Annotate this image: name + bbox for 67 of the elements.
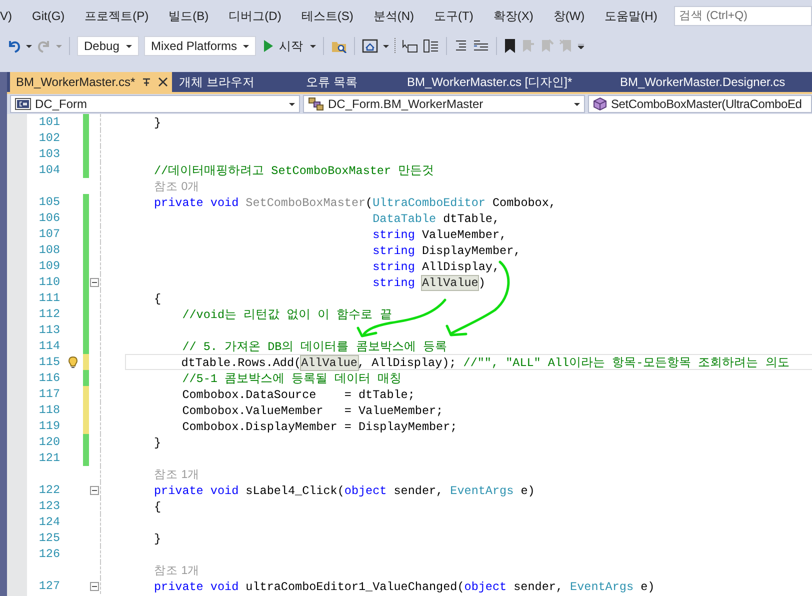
csharp-file-icon	[15, 98, 31, 110]
collapse-icon[interactable]	[90, 582, 99, 590]
folder-search-icon[interactable]	[331, 39, 347, 53]
dropdown[interactable]: Mixed Platforms	[144, 36, 256, 56]
pointer-list-icon[interactable]	[402, 39, 418, 53]
code-line: }	[154, 116, 162, 130]
caret-icon	[289, 102, 295, 106]
caret-icon[interactable]	[126, 44, 132, 48]
caret-icon[interactable]	[310, 44, 316, 48]
bookmark-icon[interactable]	[504, 39, 516, 53]
caret-icon[interactable]	[383, 44, 389, 48]
menu-item[interactable]: Git(G)	[21, 9, 74, 23]
navigation-dropdown[interactable]: DC_Form	[10, 95, 300, 113]
code-line: }	[154, 532, 162, 546]
menu-item[interactable]: 도움말(H)	[594, 8, 666, 24]
menu-item[interactable]: 창(W)	[542, 8, 594, 24]
close-icon[interactable]	[158, 77, 168, 87]
menu-item[interactable]: 도구(T)	[423, 8, 482, 24]
code-line: //5-1 콤보박스에 등록될 데이터 매칭	[181, 372, 402, 386]
code-line: // 5. 가져온 DB의 데이터를 콤보박스에 등록	[181, 340, 447, 354]
grip-icon	[394, 38, 397, 54]
navigation-dropdown[interactable]: SetComboBoxMaster(UltraComboEd	[588, 95, 812, 113]
document-tab[interactable]: BM_WorkerMaster.cs*	[10, 72, 172, 92]
caret-icon[interactable]	[26, 44, 32, 48]
code-line: //void는 리턴값 없이 이 함수로 끝	[181, 308, 392, 322]
pin-icon[interactable]	[142, 77, 152, 87]
caret-icon	[574, 102, 580, 106]
code-line: Combobox.DisplayMember = DisplayMember;	[181, 420, 458, 434]
menu-item[interactable]: 빌드(B)	[158, 8, 218, 24]
list-icon[interactable]	[423, 39, 439, 53]
code-line: private void SetComboBoxMaster(UltraComboEditor Combobox,	[154, 196, 556, 210]
code-line: private void sLabel4_Click(object sender, EventArgs e)	[154, 484, 535, 498]
search-field[interactable]: 검색 (Ctrl+Q)	[674, 6, 812, 26]
comment-lines-icon[interactable]	[473, 40, 489, 52]
code-line: string ValueMember,	[372, 228, 507, 242]
code-line: string AllValue)	[372, 276, 486, 290]
menu-item[interactable]: 테스트(S)	[290, 8, 362, 24]
code-line: Combobox.DataSource = dtTable;	[181, 388, 415, 402]
code-line: {	[154, 292, 162, 306]
code-line: Combobox.ValueMember = ValueMember;	[181, 404, 444, 418]
class-hierarchy-icon	[308, 97, 324, 111]
code-line: DataTable dtTable,	[372, 212, 500, 226]
undo-icon[interactable]	[7, 39, 21, 53]
code-line: private void ultraComboEditor1_ValueChanged(object sender, EventArgs e)	[154, 580, 655, 594]
menu-item[interactable]: 확장(X)	[482, 8, 542, 24]
lightbulb-icon[interactable]	[68, 356, 78, 368]
menu-item[interactable]: 디버그(D)	[218, 8, 290, 24]
code-line: //데이터매핑하려고 SetComboBoxMaster 만든것	[154, 164, 434, 178]
code-line: {	[154, 500, 162, 514]
code-line: dtTable.Rows.Add(AllValue, AllDisplay); //"", "ALL" All이라는 항목-모든항목 조회하려는 의도	[180, 356, 790, 370]
navigation-dropdown[interactable]: DC_Form.BM_WorkerMaster	[303, 95, 585, 113]
caret-icon[interactable]	[243, 44, 249, 48]
menu-item[interactable]: 프로젝트(P)	[74, 8, 158, 24]
window-icon[interactable]	[362, 39, 378, 53]
dropdown[interactable]: Debug	[77, 36, 139, 56]
collapse-icon[interactable]	[90, 278, 99, 286]
code-line: }	[154, 436, 162, 450]
menu-item[interactable]: 분석(N)	[362, 8, 424, 24]
play-icon	[263, 40, 273, 52]
start-button[interactable]: 시작	[261, 38, 305, 54]
code-line: string DisplayMember,	[372, 244, 521, 258]
caret-icon[interactable]	[578, 44, 584, 48]
menu-item[interactable]: V)	[0, 9, 21, 23]
code-line: string AllDisplay,	[372, 260, 500, 274]
collapse-icon[interactable]	[90, 486, 99, 494]
cube-icon	[593, 97, 607, 111]
indent-lines-icon[interactable]	[454, 40, 468, 52]
